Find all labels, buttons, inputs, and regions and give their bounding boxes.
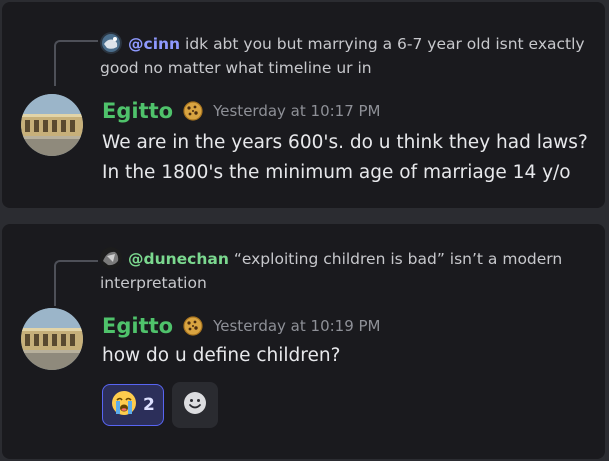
message-content: how do u define children? [102, 341, 595, 371]
message-line: how do u define children? [102, 345, 341, 366]
chat-view: @cinn idk abt you but marrying a 6-7 yea… [0, 0, 609, 461]
add-reaction-button[interactable] [171, 382, 218, 428]
reply-connector [54, 260, 98, 306]
message-content: We are in the years 600's. do u think th… [102, 128, 595, 188]
reply-preview[interactable]: @cinn idk abt you but marrying a 6-7 yea… [100, 32, 591, 80]
reply-avatar[interactable] [100, 247, 122, 269]
cookie-icon [183, 316, 203, 336]
message-line: We are in the years 600's. do u think th… [102, 132, 588, 153]
message-card: @cinn idk abt you but marrying a 6-7 yea… [2, 2, 605, 208]
cookie-icon [183, 101, 203, 121]
reply-preview[interactable]: @dunechan “exploiting children is bad” i… [100, 247, 591, 295]
reply-connector [54, 40, 98, 86]
message-header: Egitto Yesterday at 10:19 PM [102, 313, 381, 339]
message-timestamp[interactable]: Yesterday at 10:17 PM [213, 102, 380, 120]
reply-avatar[interactable] [100, 32, 122, 54]
reaction-count: 2 [143, 395, 155, 415]
author-name[interactable]: Egitto [102, 99, 173, 123]
author-name[interactable]: Egitto [102, 314, 173, 338]
message-header: Egitto Yesterday at 10:17 PM [102, 98, 381, 124]
reply-mention[interactable]: @cinn [128, 35, 180, 53]
reaction-bar: 2 [102, 382, 218, 428]
author-avatar[interactable] [21, 308, 83, 370]
message-timestamp[interactable]: Yesterday at 10:19 PM [213, 317, 380, 335]
message-line: In the 1800's the minimum age of marriag… [102, 162, 571, 183]
reply-mention[interactable]: @dunechan [128, 250, 229, 268]
reaction-pill[interactable]: 2 [102, 384, 164, 426]
smiley-icon [183, 391, 207, 419]
message-card: @dunechan “exploiting children is bad” i… [2, 224, 605, 459]
author-avatar[interactable] [21, 94, 83, 156]
loudly-crying-face-icon [111, 390, 137, 420]
